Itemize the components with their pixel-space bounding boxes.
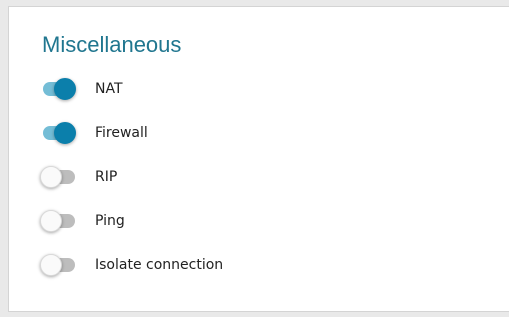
isolate-connection-toggle-thumb bbox=[40, 254, 62, 276]
nat-toggle-switch[interactable] bbox=[39, 77, 77, 101]
ping-toggle-switch[interactable] bbox=[39, 209, 77, 233]
nat-label: NAT bbox=[95, 81, 123, 97]
section-title: Miscellaneous bbox=[42, 32, 182, 57]
isolate-connection-label: Isolate connection bbox=[95, 257, 224, 273]
rip-toggle-thumb bbox=[40, 166, 62, 188]
ping-toggle-row[interactable]: Ping bbox=[39, 209, 125, 233]
nat-toggle-thumb bbox=[54, 78, 76, 100]
rip-toggle-row[interactable]: RIP bbox=[39, 165, 117, 189]
firewall-toggle-switch[interactable] bbox=[39, 121, 77, 145]
ping-label: Ping bbox=[95, 213, 125, 229]
rip-label: RIP bbox=[95, 169, 118, 185]
firewall-toggle-thumb bbox=[54, 122, 76, 144]
isolate-connection-toggle-row[interactable]: Isolate connection bbox=[39, 253, 223, 277]
isolate-connection-toggle-switch[interactable] bbox=[39, 253, 77, 277]
rip-toggle-switch[interactable] bbox=[39, 165, 77, 189]
nat-toggle-row[interactable]: NAT bbox=[39, 77, 123, 101]
miscellaneous-panel: Miscellaneous NAT Firewall RIP Ping Isol… bbox=[8, 6, 509, 312]
firewall-label: Firewall bbox=[95, 125, 148, 141]
firewall-toggle-row[interactable]: Firewall bbox=[39, 121, 148, 145]
ping-toggle-thumb bbox=[40, 210, 62, 232]
